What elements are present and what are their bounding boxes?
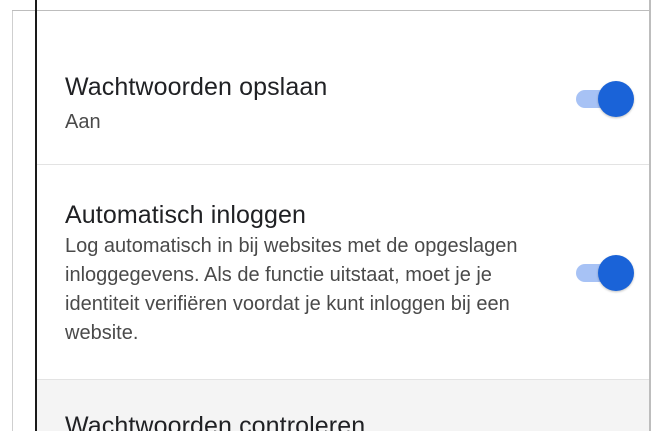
- setting-check-passwords[interactable]: Wachtwoorden controleren: [37, 380, 649, 431]
- toggle-thumb: [598, 81, 634, 117]
- setting-title: Automatisch inloggen: [65, 201, 307, 229]
- top-edge: [12, 0, 651, 11]
- vertical-divider: [35, 0, 37, 431]
- setting-auto-signin[interactable]: Automatisch inloggen Log automatisch in …: [37, 165, 649, 380]
- setting-title: Wachtwoorden controleren: [65, 412, 366, 431]
- setting-description: Log automatisch in bij websites met de o…: [65, 235, 518, 344]
- toggle-thumb: [598, 255, 634, 291]
- save-passwords-toggle[interactable]: [576, 79, 634, 119]
- setting-status: Aan: [65, 111, 101, 133]
- setting-save-passwords[interactable]: Wachtwoorden opslaan Aan: [37, 11, 649, 165]
- left-edge: [0, 0, 13, 431]
- auto-signin-toggle[interactable]: [576, 253, 634, 293]
- settings-screen: Wachtwoorden opslaan Aan Automatisch inl…: [0, 0, 651, 431]
- setting-title: Wachtwoorden opslaan: [65, 73, 328, 101]
